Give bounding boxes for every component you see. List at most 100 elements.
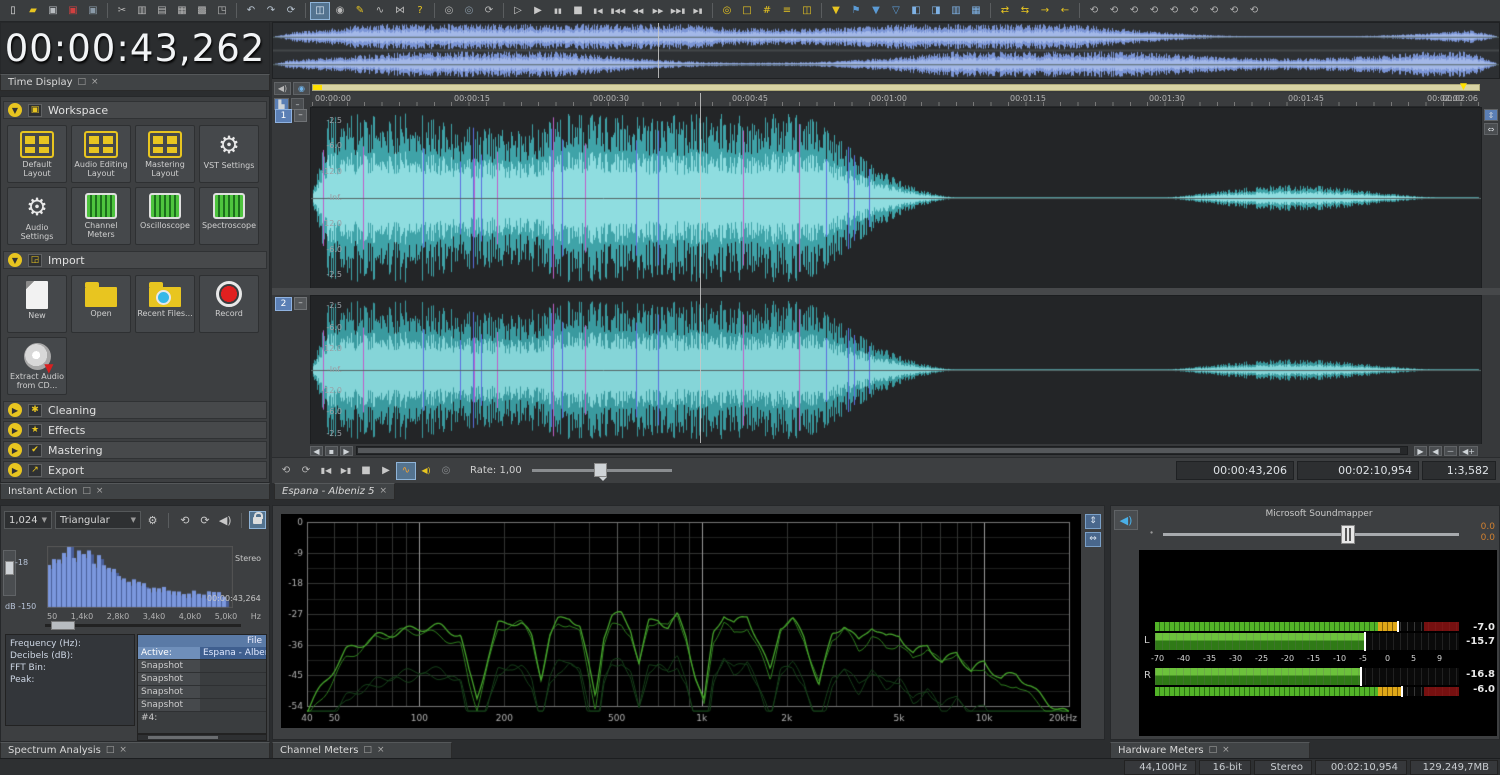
trim-crop-icon[interactable]: ◳ — [212, 2, 232, 20]
play-icon[interactable]: ▶ — [376, 462, 396, 480]
stop-icon[interactable]: ■ — [568, 2, 588, 20]
marker-previous-icon[interactable]: ▼ — [866, 2, 886, 20]
refresh-icon[interactable]: ⟳ — [479, 2, 499, 20]
monitor-toggle-icon[interactable]: ◎ — [436, 462, 456, 480]
insert-marker-icon[interactable]: ▼ — [826, 2, 846, 20]
script-7-icon[interactable]: ⟲ — [1204, 2, 1224, 20]
zoom-out-time-icon[interactable]: ◀ — [1429, 446, 1442, 456]
section-header-cleaning[interactable]: ▶ ✱ Cleaning — [3, 401, 267, 419]
close-icon[interactable]: × — [119, 746, 127, 755]
undock-icon[interactable]: □ — [1209, 746, 1218, 755]
undock-icon[interactable]: □ — [78, 78, 87, 87]
spectrum-analysis-tab[interactable]: Spectrum Analysis □ × — [0, 742, 270, 759]
loop-region-right-icon[interactable]: ⇆ — [1015, 2, 1035, 20]
channel-1-button[interactable]: 1 — [275, 109, 292, 123]
channel-1-minimize[interactable]: – — [294, 109, 307, 122]
undock-icon[interactable]: □ — [82, 487, 91, 496]
envelope-tool-icon[interactable]: ∿ — [370, 2, 390, 20]
forward-icon[interactable]: ▶▶ — [648, 2, 668, 20]
capture-audio-icon[interactable]: ◎ — [439, 2, 459, 20]
window-type-dropdown[interactable]: Triangular ▼ — [55, 511, 142, 529]
zoom-in-time-icon[interactable]: ▶ — [1414, 446, 1427, 456]
shuffle-playback-icon[interactable]: ⟳ — [296, 462, 316, 480]
rewind-icon[interactable]: ◀◀ — [628, 2, 648, 20]
undo-icon[interactable]: ↶ — [241, 2, 261, 20]
paste-icon[interactable]: ▤ — [152, 2, 172, 20]
crossfade-tool-icon[interactable]: ⋈ — [390, 2, 410, 20]
hardware-meters-tab[interactable]: Hardware Meters □ × — [1110, 742, 1310, 759]
spectrum-h-slider-handle[interactable] — [51, 621, 75, 630]
time-ruler[interactable]: 00:00:00 00:00:15 00:00:30 00:00:45 00:01:00… — [312, 93, 1480, 107]
table-row[interactable]: Active: Espana - Albeni — [138, 647, 266, 660]
balance-lock-icon[interactable]: ∙ — [1149, 528, 1154, 537]
refresh-icon[interactable]: ⟲ — [176, 511, 193, 529]
paste-special-icon[interactable]: ▦ — [172, 2, 192, 20]
magnify-tool-icon[interactable]: ◉ — [330, 2, 350, 20]
select-to-end-icon[interactable]: ◨ — [926, 2, 946, 20]
horizontal-scrollbar[interactable] — [356, 446, 1408, 455]
scroll-center-icon[interactable]: ▪ — [325, 446, 338, 456]
script-1-icon[interactable]: ⟲ — [1084, 2, 1104, 20]
select-to-start-icon[interactable]: ◧ — [906, 2, 926, 20]
play-icon[interactable]: ▶ — [528, 2, 548, 20]
auto-ripple-icon[interactable]: ≡ — [777, 2, 797, 20]
go-to-start-icon[interactable]: ▮◀ — [588, 2, 608, 20]
channel-2-waveform[interactable] — [310, 295, 1482, 445]
save-all-icon[interactable]: ▣ — [83, 2, 103, 20]
forward-all-icon[interactable]: ▶▶▮ — [668, 2, 688, 20]
zoom-out-icon[interactable]: － — [1444, 446, 1457, 456]
action-tile-audio-settings[interactable]: ⚙ Audio Settings — [7, 187, 67, 245]
action-tile-audio-editing-layout[interactable]: Audio Editing Layout — [71, 125, 131, 183]
monitor-speaker-icon[interactable]: ◀) — [217, 511, 234, 529]
channel-separator[interactable] — [272, 288, 1500, 295]
script-2-icon[interactable]: ⟲ — [1104, 2, 1124, 20]
section-header-effects[interactable]: ▶ ★ Effects — [3, 421, 267, 439]
region-out-icon[interactable]: ← — [1055, 2, 1075, 20]
time-display-tab[interactable]: Time Display □ × — [0, 74, 270, 91]
expand-arrow-icon[interactable]: ▶ — [8, 403, 22, 417]
expand-arrow-icon[interactable]: ▶ — [8, 423, 22, 437]
action-tile-oscilloscope[interactable]: Oscilloscope — [135, 187, 195, 245]
save-icon[interactable]: ▣ — [43, 2, 63, 20]
fft-size-dropdown[interactable]: 1,024 ▼ — [4, 511, 53, 529]
action-tile-mastering-layout[interactable]: Mastering Layout — [135, 125, 195, 183]
redo-icon[interactable]: ↷ — [261, 2, 281, 20]
spectrum-vertical-slider[interactable] — [3, 550, 16, 596]
whats-this-help-icon[interactable]: ? — [410, 2, 430, 20]
instant-action-tab[interactable]: Instant Action □ × — [0, 483, 270, 500]
collapse-arrow-icon[interactable]: ▼ — [8, 103, 22, 117]
action-tile-record[interactable]: Record — [199, 275, 259, 333]
table-row[interactable]: Snapshot #1: — [138, 660, 266, 684]
script-5-icon[interactable]: ⟲ — [1164, 2, 1184, 20]
script-8-icon[interactable]: ⟲ — [1224, 2, 1244, 20]
rate-slider-handle[interactable] — [593, 463, 607, 481]
expand-arrow-icon[interactable]: ▶ — [8, 443, 22, 457]
region-in-icon[interactable]: → — [1035, 2, 1055, 20]
collapse-arrow-icon[interactable]: ▼ — [8, 253, 22, 267]
scrollbar-thumb[interactable] — [358, 448, 1400, 453]
action-tile-default-layout[interactable]: Default Layout — [7, 125, 67, 183]
repeat-action-icon[interactable]: ⟳ — [281, 2, 301, 20]
selection-tool-icon[interactable]: □ — [737, 2, 757, 20]
script-3-icon[interactable]: ⟲ — [1124, 2, 1144, 20]
channel-2-minimize[interactable]: – — [294, 297, 307, 310]
scroll-left-icon[interactable]: ◀ — [310, 446, 323, 456]
play-all-icon[interactable]: ▷ — [508, 2, 528, 20]
save-as-icon[interactable]: ▣ — [63, 2, 83, 20]
maximize-channel-icon[interactable]: ⇕ — [1484, 109, 1498, 121]
go-to-end-icon[interactable]: ▶▮ — [688, 2, 708, 20]
edit-tool-icon[interactable]: ◫ — [310, 1, 330, 20]
scroll-right-icon[interactable]: ▶ — [340, 446, 353, 456]
settings-gear-icon[interactable]: ⚙ — [144, 511, 161, 529]
monitor-icon[interactable]: ◉ — [293, 82, 310, 95]
table-scrollbar[interactable] — [137, 734, 267, 741]
action-tile-extract-audio-from-cd-[interactable]: Extract Audio from CD... — [7, 337, 67, 395]
output-volume-slider[interactable] — [1163, 525, 1459, 544]
speaker-icon[interactable]: ◀) — [274, 82, 291, 95]
restore-channel-icon[interactable]: ⇔ — [1484, 123, 1498, 135]
close-icon[interactable]: × — [91, 78, 99, 87]
snap-toggle-icon[interactable]: # — [757, 2, 777, 20]
loop-playback-icon[interactable]: ⟲ — [276, 462, 296, 480]
pause-icon[interactable]: ▮▮ — [548, 2, 568, 20]
waveform-overview[interactable] — [272, 22, 1500, 79]
